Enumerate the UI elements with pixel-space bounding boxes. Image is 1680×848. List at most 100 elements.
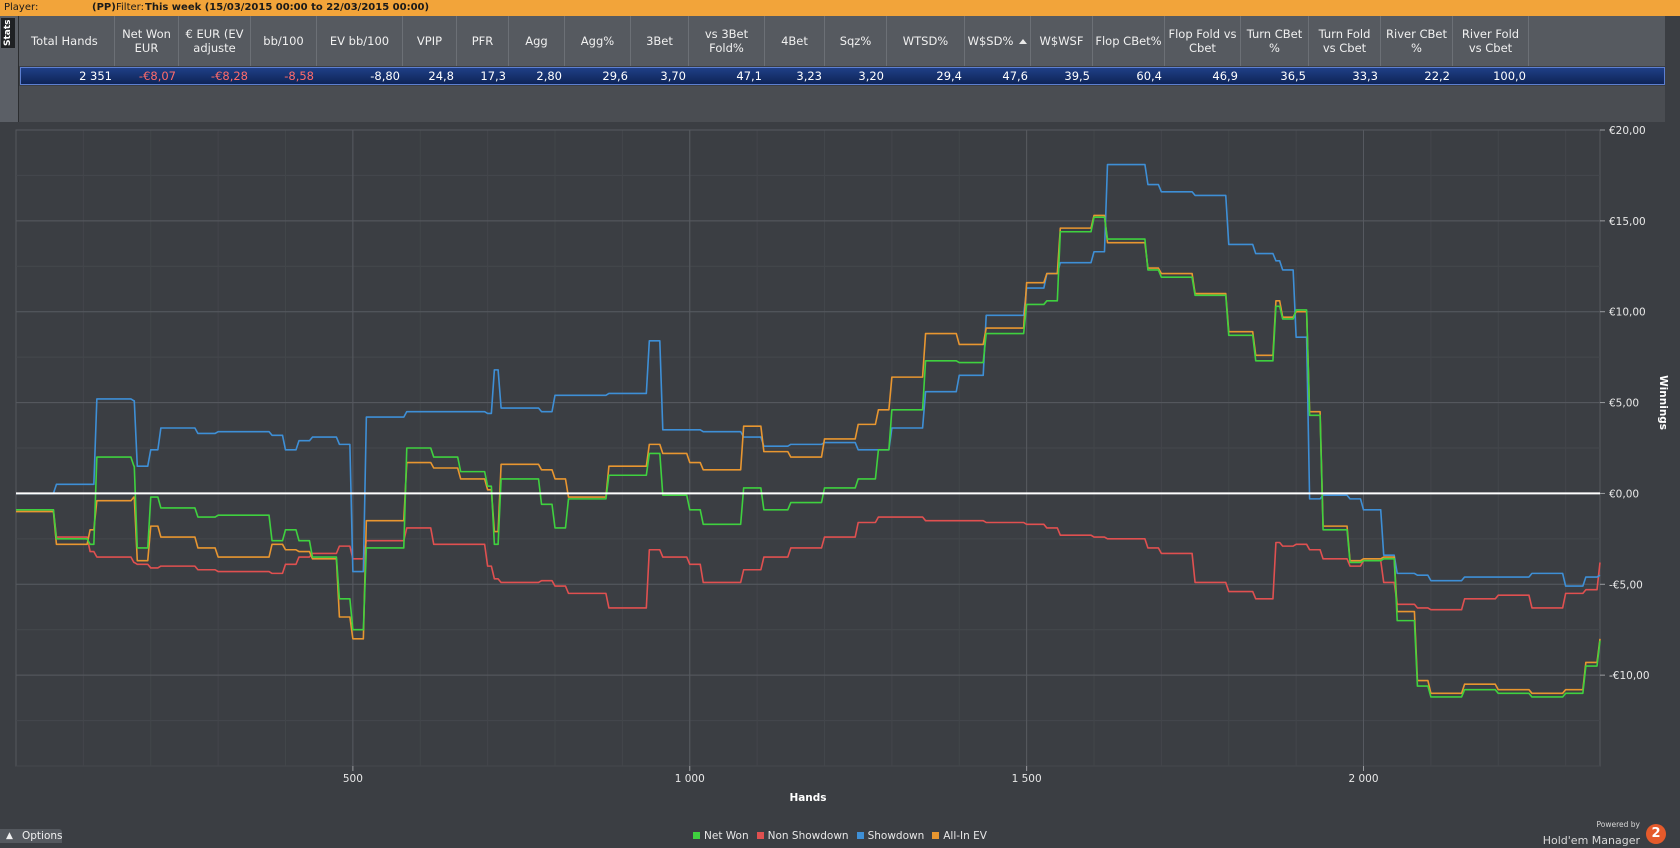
column-header-label: PFR xyxy=(471,34,494,48)
column-header-turn-fold[interactable]: Turn Fold vs Cbet xyxy=(1309,16,1381,66)
stat-value-river-cbet: 22,2 xyxy=(1424,69,1450,83)
player-label: Player: xyxy=(4,2,39,13)
legend-label: Non Showdown xyxy=(767,830,849,842)
legend-swatch xyxy=(932,832,940,839)
powered-by: Powered by Hold'em Manager 2 xyxy=(1543,820,1666,848)
legend-label: Showdown xyxy=(867,830,925,842)
legend-label: Net Won xyxy=(704,830,749,842)
legend-item-showdown[interactable]: Showdown xyxy=(856,829,925,843)
stat-value-pfr: 17,3 xyxy=(480,69,506,83)
column-header-river-fold[interactable]: River Fold vs Cbet xyxy=(1453,16,1529,66)
y-tick-label: -€10,00 xyxy=(1609,670,1650,682)
stat-value-flop-fold: 46,9 xyxy=(1212,69,1238,83)
column-header-vpip[interactable]: VPIP xyxy=(403,16,457,66)
x-axis-title: Hands xyxy=(789,792,826,804)
stat-value-vpip: 24,8 xyxy=(428,69,454,83)
column-header-label: River Fold vs Cbet xyxy=(1461,27,1520,55)
column-header-label: River CBet % xyxy=(1386,27,1447,55)
column-header-sqz[interactable]: Sqz% xyxy=(825,16,887,66)
column-header-label: Flop CBet% xyxy=(1095,34,1162,48)
y-tick-label: €0,00 xyxy=(1609,488,1639,500)
winnings-graph[interactable]: €20,00 €15,00 €10,00 €5,00 €0,00 -€5,00 -€10,0… xyxy=(0,124,1680,843)
column-header-bb100[interactable]: bb/100 xyxy=(251,16,317,66)
column-header-wtsd[interactable]: WTSD% xyxy=(887,16,965,66)
powered-by-label: Powered by xyxy=(1596,820,1640,829)
stat-value-eur-ev: -€8,28 xyxy=(210,69,248,83)
column-header-label: 4Bet xyxy=(781,34,808,48)
y-tick-label: -€5,00 xyxy=(1609,579,1643,591)
column-header-eur-ev[interactable]: € EUR (EV adjuste xyxy=(179,16,251,66)
x-tick-label: 500 xyxy=(343,773,363,785)
legend-swatch xyxy=(693,832,701,839)
stats-table-row[interactable]: 2 351 -€8,07 -€8,28 -8,58 -8,80 24,8 17,3 2,80 2… xyxy=(20,67,1665,85)
filter-value[interactable]: This week (15/03/2015 00:00 to 22/03/201… xyxy=(145,0,429,16)
legend-swatch xyxy=(756,832,764,839)
stat-value-river-fold: 100,0 xyxy=(1493,69,1526,83)
column-header-label: EV bb/100 xyxy=(329,34,390,48)
legend-item-net-won[interactable]: Net Won xyxy=(693,829,749,843)
column-header-total-hands[interactable]: Total Hands xyxy=(19,16,115,66)
hem2-logo-icon: 2 xyxy=(1646,824,1666,844)
legend-swatch xyxy=(856,832,864,839)
column-header-label: WTSD% xyxy=(902,34,949,48)
stat-value-fourbet: 3,23 xyxy=(796,69,822,83)
stats-table-empty-area xyxy=(19,86,1665,122)
stats-side-panel: Stats xyxy=(0,16,19,122)
column-header-label: Total Hands xyxy=(31,34,98,48)
column-header-label: 3Bet xyxy=(646,34,673,48)
column-header-turn-cbet[interactable]: Turn CBet % xyxy=(1241,16,1309,66)
stat-value-bb100: -8,58 xyxy=(284,69,314,83)
column-header-wsd[interactable]: W$SD% xyxy=(965,16,1031,66)
column-header-label: bb/100 xyxy=(263,34,304,48)
column-header-fourbet[interactable]: 4Bet xyxy=(765,16,825,66)
column-header-label: Turn CBet % xyxy=(1246,27,1303,55)
y-tick-label: €15,00 xyxy=(1609,216,1646,228)
y-axis-title: Winnings xyxy=(1657,375,1669,430)
x-tick-label: 1 500 xyxy=(1012,773,1042,785)
column-header-flop-fold[interactable]: Flop Fold vs Cbet xyxy=(1165,16,1241,66)
stat-value-wwsf: 39,5 xyxy=(1064,69,1090,83)
sort-ascending-icon xyxy=(1019,38,1028,44)
stat-value-agg: 2,80 xyxy=(536,69,562,83)
column-header-ev-bb100[interactable]: EV bb/100 xyxy=(317,16,403,66)
column-header-label: W$WSF xyxy=(1039,34,1084,48)
column-header-agg[interactable]: Agg xyxy=(509,16,565,66)
stat-value-sqz: 3,20 xyxy=(858,69,884,83)
y-tick-label: €5,00 xyxy=(1609,398,1639,410)
column-header-label: W$SD% xyxy=(967,34,1014,48)
column-header-flop-cbet[interactable]: Flop CBet% xyxy=(1093,16,1165,66)
column-header-wwsf[interactable]: W$WSF xyxy=(1031,16,1093,66)
stats-table-header: Total Hands Net Won EUR € EUR (EV adjuste b… xyxy=(19,16,1665,66)
stat-value-flop-cbet: 60,4 xyxy=(1136,69,1162,83)
stat-value-aggp: 29,6 xyxy=(602,69,628,83)
legend-label: All-In EV xyxy=(943,830,987,842)
column-header-vs3bet[interactable]: vs 3Bet Fold% xyxy=(689,16,765,66)
column-header-net-won[interactable]: Net Won EUR xyxy=(115,16,179,66)
column-header-label: Sqz% xyxy=(839,34,872,48)
column-header-pfr[interactable]: PFR xyxy=(457,16,509,66)
column-header-aggp[interactable]: Agg% xyxy=(565,16,631,66)
stat-value-wsd: 47,6 xyxy=(1002,69,1028,83)
player-site[interactable]: (PP) xyxy=(92,0,116,16)
stat-value-turn-cbet: 36,5 xyxy=(1280,69,1306,83)
column-header-label: € EUR (EV adjuste xyxy=(185,27,244,55)
column-header-label: vs 3Bet Fold% xyxy=(704,27,749,55)
stats-tab[interactable]: Stats xyxy=(1,18,15,48)
y-tick-label: €10,00 xyxy=(1609,307,1646,319)
y-tick-label: €20,00 xyxy=(1609,125,1646,137)
stat-value-ev-bb100: -8,80 xyxy=(370,69,400,83)
x-tick-label: 1 000 xyxy=(675,773,705,785)
stat-value-threebet: 3,70 xyxy=(660,69,686,83)
chart-legend: Net Won Non Showdown Showdown All-In EV xyxy=(0,829,1680,843)
column-header-river-cbet[interactable]: River CBet % xyxy=(1381,16,1453,66)
legend-item-non-showdown[interactable]: Non Showdown xyxy=(756,829,849,843)
column-header-label: Net Won EUR xyxy=(122,27,171,55)
column-header-label: Flop Fold vs Cbet xyxy=(1168,27,1237,55)
stat-value-wtsd: 29,4 xyxy=(936,69,962,83)
column-header-threebet[interactable]: 3Bet xyxy=(631,16,689,66)
winnings-chart-svg: €20,00 €15,00 €10,00 €5,00 €0,00 -€5,00 -€10,0… xyxy=(15,125,1669,804)
column-header-label: Turn Fold vs Cbet xyxy=(1318,27,1371,55)
stat-value-net-won: -€8,07 xyxy=(138,69,176,83)
stat-value-vs3bet: 47,1 xyxy=(736,69,762,83)
legend-item-all-in-ev[interactable]: All-In EV xyxy=(932,829,987,843)
